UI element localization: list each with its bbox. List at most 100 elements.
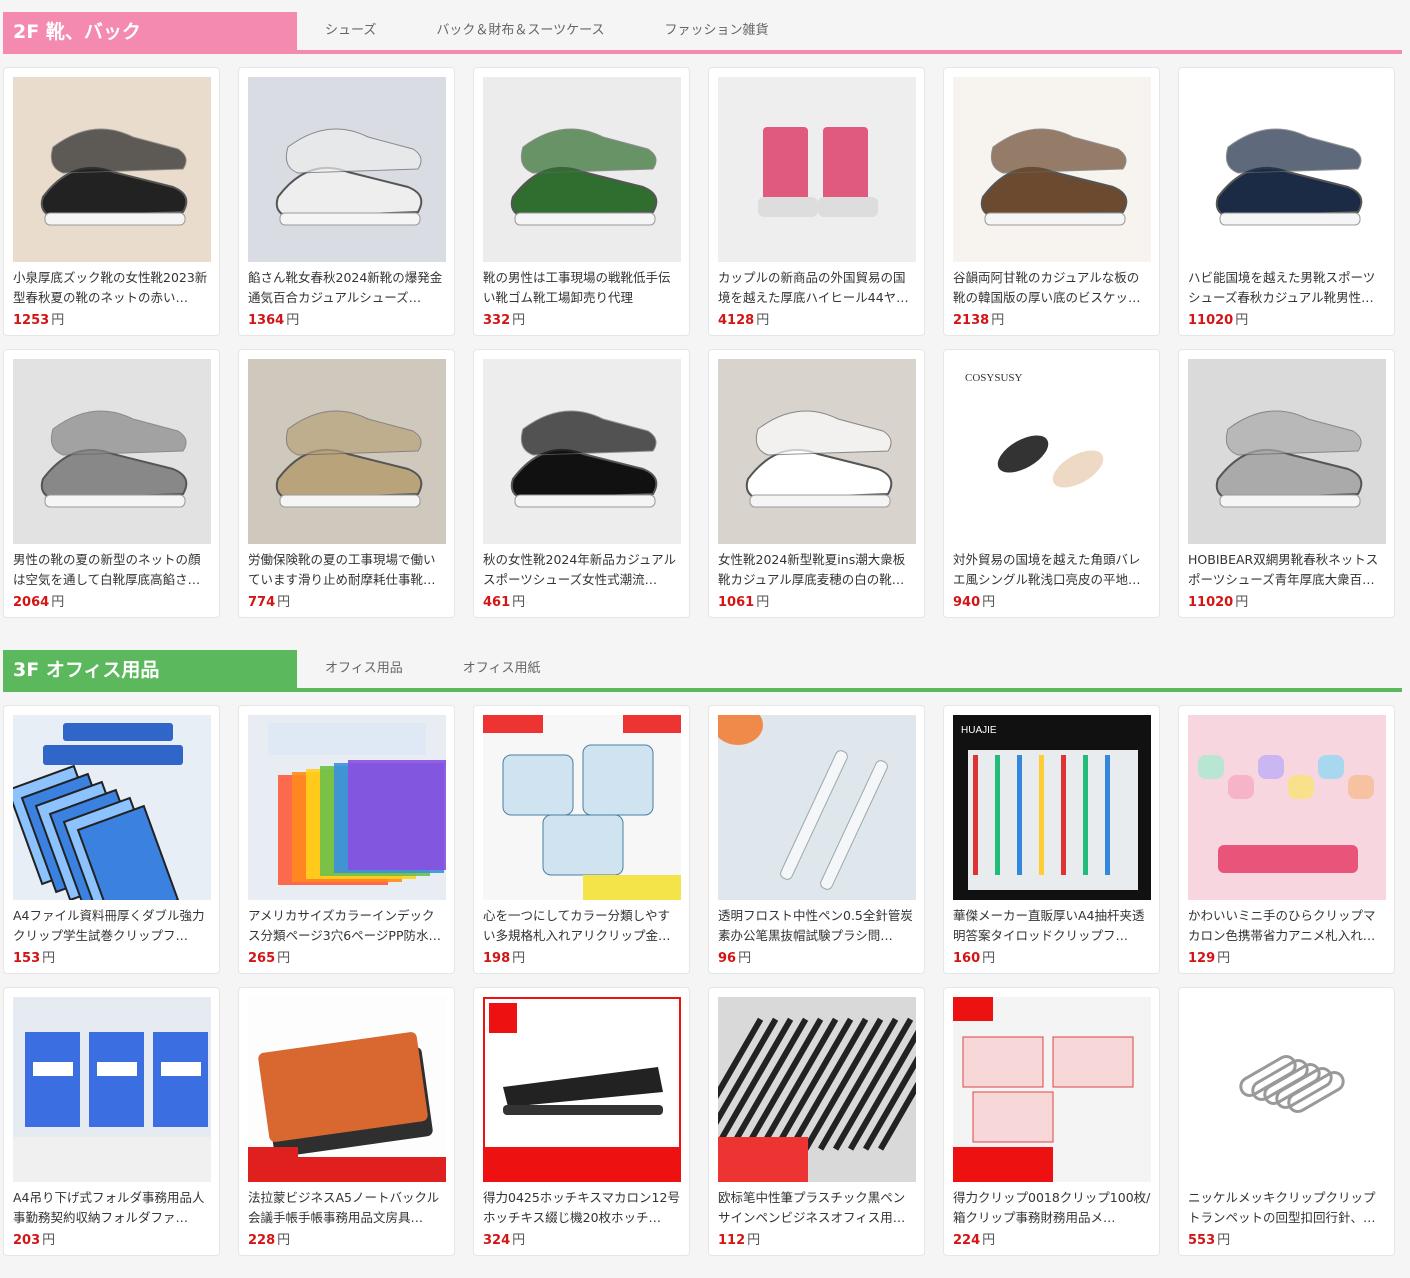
product-name[interactable]: 谷韻両阿甘靴のカジュアルな板の靴の韓国版の厚い底のビスケッ…: [953, 268, 1151, 308]
product-card[interactable]: 秋の女性靴2024年新品カジュアルスポーツシューズ女性式潮流… 461 円: [473, 349, 690, 618]
product-image[interactable]: [1188, 997, 1386, 1182]
product-price: 160 円: [953, 950, 995, 968]
price-value: 461: [483, 595, 511, 610]
product-image[interactable]: [953, 77, 1151, 262]
price-value: 160: [953, 951, 981, 966]
product-price: 4128 円: [718, 312, 769, 330]
product-image[interactable]: [1188, 715, 1386, 900]
product-image[interactable]: [953, 997, 1151, 1182]
product-image[interactable]: [718, 715, 916, 900]
price-unit: 円: [982, 951, 996, 966]
product-name[interactable]: A4ファイル資料冊厚くダブル強力クリップ学生試巻クリップフ…: [13, 906, 211, 946]
product-name[interactable]: ハビ能国境を越えた男靴スポーツシューズ春秋カジュアル靴男性…: [1188, 268, 1386, 308]
product-name[interactable]: カップルの新商品の外国貿易の国境を越えた厚底ハイヒール44ヤ…: [718, 268, 916, 308]
product-name[interactable]: 餡さん靴女春秋2024新靴の爆発金通気百合カジュアルシューズ…: [248, 268, 446, 308]
product-card[interactable]: 得力クリップ0018クリップ100枚/箱クリップ事務財務用品メ… 224 円: [943, 987, 1160, 1256]
floor-header: 3F オフィス用品 オフィス用品 オフィス用紙: [3, 650, 1402, 692]
price-unit: 円: [747, 1233, 761, 1248]
product-image[interactable]: [1188, 359, 1386, 544]
price-value: 11020: [1188, 595, 1234, 610]
product-name[interactable]: 透明フロスト中性ペン0.5全針管炭素办公笔黒抜帽試験プラシ問…: [718, 906, 916, 946]
floor-title[interactable]: 3F オフィス用品: [3, 650, 297, 690]
product-name[interactable]: ニッケルメッキクリップクリップトランペットの回型扣回行針、…: [1188, 1188, 1386, 1228]
product-card[interactable]: HOBIBEAR双網男靴春秋ネットスポーツシューズ青年厚底大衆百… 11020 円: [1178, 349, 1395, 618]
product-card[interactable]: ハビ能国境を越えた男靴スポーツシューズ春秋カジュアル靴男性… 11020 円: [1178, 67, 1395, 336]
product-name[interactable]: 華傑メーカー直販厚いA4抽杆夹透明答案タイロッドクリップフ…: [953, 906, 1151, 946]
product-name[interactable]: 得力クリップ0018クリップ100枚/箱クリップ事務財務用品メ…: [953, 1188, 1151, 1228]
product-name[interactable]: 小泉厚底ズック靴の女性靴2023新型春秋夏の靴のネットの赤い…: [13, 268, 211, 308]
product-image[interactable]: [248, 359, 446, 544]
product-name[interactable]: 欧标笔中性筆プラスチック黒ペンサインペンビジネスオフィス用…: [718, 1188, 916, 1228]
product-image[interactable]: [248, 715, 446, 900]
product-name[interactable]: かわいいミニ手のひらクリップマカロン色携帯省力アニメ札入れ…: [1188, 906, 1386, 946]
product-card[interactable]: かわいいミニ手のひらクリップマカロン色携帯省力アニメ札入れ… 129 円: [1178, 705, 1395, 974]
category-tab[interactable]: シューズ: [325, 12, 376, 50]
product-card[interactable]: A4ファイル資料冊厚くダブル強力クリップ学生試巻クリップフ… 153 円: [3, 705, 220, 974]
product-card[interactable]: 谷韻両阿甘靴のカジュアルな板の靴の韓国版の厚い底のビスケッ… 2138 円: [943, 67, 1160, 336]
product-image[interactable]: [483, 359, 681, 544]
category-tab[interactable]: ファッション雑貨: [664, 12, 768, 50]
product-card[interactable]: 小泉厚底ズック靴の女性靴2023新型春秋夏の靴のネットの赤い… 1253 円: [3, 67, 220, 336]
product-image[interactable]: [483, 715, 681, 900]
product-image[interactable]: [483, 77, 681, 262]
product-name[interactable]: アメリカサイズカラーインデックス分類ページ3穴6ページPP防水…: [248, 906, 446, 946]
product-image[interactable]: HUAJIE: [953, 715, 1151, 900]
product-image[interactable]: [13, 715, 211, 900]
product-name[interactable]: 女性靴2024新型靴夏ins潮大衆板靴カジュアル厚底麦穂の白の靴…: [718, 550, 916, 590]
price-unit: 円: [42, 1233, 56, 1248]
product-card[interactable]: 女性靴2024新型靴夏ins潮大衆板靴カジュアル厚底麦穂の白の靴… 1061 円: [708, 349, 925, 618]
product-name[interactable]: 心を一つにしてカラー分類しやすい多規格札入れアリクリップ金…: [483, 906, 681, 946]
product-card[interactable]: ニッケルメッキクリップクリップトランペットの回型扣回行針、… 553 円: [1178, 987, 1395, 1256]
floor-title[interactable]: 2F 靴、バック: [3, 12, 297, 52]
product-name[interactable]: 男性の靴の夏の新型のネットの顔は空気を通して白靴厚底高餡さ…: [13, 550, 211, 590]
product-name[interactable]: 対外貿易の国境を越えた角頭バレエ風シングル靴浅口亮皮の平地…: [953, 550, 1151, 590]
product-card[interactable]: 男性の靴の夏の新型のネットの顔は空気を通して白靴厚底高餡さ… 2064 円: [3, 349, 220, 618]
product-name[interactable]: 秋の女性靴2024年新品カジュアルスポーツシューズ女性式潮流…: [483, 550, 681, 590]
price-value: 324: [483, 1233, 511, 1248]
price-unit: 円: [738, 951, 752, 966]
product-name[interactable]: 法拉蒙ビジネスA5ノートバックル会議手帳手帳事務用品文房具…: [248, 1188, 446, 1228]
category-tab[interactable]: バック＆財布＆スーツケース: [436, 12, 604, 50]
product-card[interactable]: HUAJIE 華傑メーカー直販厚いA4抽杆夹透明答案タイロッドクリップフ… 160…: [943, 705, 1160, 974]
product-image[interactable]: [248, 997, 446, 1182]
product-image[interactable]: [718, 359, 916, 544]
product-card[interactable]: 欧标笔中性筆プラスチック黒ペンサインペンビジネスオフィス用… 112 円: [708, 987, 925, 1256]
product-price: 2064 円: [13, 594, 64, 612]
product-image[interactable]: COSYSUSY: [953, 359, 1151, 544]
product-card[interactable]: アメリカサイズカラーインデックス分類ページ3穴6ページPP防水… 265 円: [238, 705, 455, 974]
product-name[interactable]: 靴の男性は工事現場の戦靴低手伝い靴ゴム靴工場卸売り代理: [483, 268, 681, 308]
product-image[interactable]: [13, 359, 211, 544]
product-image[interactable]: [718, 77, 916, 262]
product-name[interactable]: HOBIBEAR双網男靴春秋ネットスポーツシューズ青年厚底大衆百…: [1188, 550, 1386, 590]
price-unit: 円: [286, 313, 300, 328]
product-card[interactable]: 餡さん靴女春秋2024新靴の爆発金通気百合カジュアルシューズ… 1364 円: [238, 67, 455, 336]
product-name[interactable]: 得力0425ホッチキスマカロン12号ホッチキス綴じ機20枚ホッチ…: [483, 1188, 681, 1228]
product-card[interactable]: 心を一つにしてカラー分類しやすい多規格札入れアリクリップ金… 198 円: [473, 705, 690, 974]
product-card[interactable]: 得力0425ホッチキスマカロン12号ホッチキス綴じ機20枚ホッチ… 324 円: [473, 987, 690, 1256]
product-card[interactable]: 労働保険靴の夏の工事現場で働いています滑り止め耐摩耗仕事靴… 774 円: [238, 349, 455, 618]
product-card[interactable]: 靴の男性は工事現場の戦靴低手伝い靴ゴム靴工場卸売り代理 332 円: [473, 67, 690, 336]
price-value: 1364: [248, 313, 285, 328]
floor-header: 2F 靴、バック シューズ バック＆財布＆スーツケース ファッション雑貨: [3, 12, 1402, 54]
product-card[interactable]: COSYSUSY 対外貿易の国境を越えた角頭バレエ風シングル靴浅口亮皮の平地… 9…: [943, 349, 1160, 618]
product-price: 553 円: [1188, 1232, 1230, 1250]
category-tab[interactable]: オフィス用紙: [463, 650, 541, 688]
price-value: 1061: [718, 595, 755, 610]
product-image[interactable]: [718, 997, 916, 1182]
product-card[interactable]: A4吊り下げ式フォルダ事務用品人事勤務契約収納フォルダファ… 203 円: [3, 987, 220, 1256]
product-name[interactable]: A4吊り下げ式フォルダ事務用品人事勤務契約収納フォルダファ…: [13, 1188, 211, 1228]
product-name[interactable]: 労働保険靴の夏の工事現場で働いています滑り止め耐摩耗仕事靴…: [248, 550, 446, 590]
product-card[interactable]: 法拉蒙ビジネスA5ノートバックル会議手帳手帳事務用品文房具… 228 円: [238, 987, 455, 1256]
price-value: 203: [13, 1233, 41, 1248]
product-price: 228 円: [248, 1232, 290, 1250]
product-card[interactable]: カップルの新商品の外国貿易の国境を越えた厚底ハイヒール44ヤ… 4128 円: [708, 67, 925, 336]
product-image[interactable]: [13, 997, 211, 1182]
category-tab[interactable]: オフィス用品: [325, 650, 403, 688]
product-image[interactable]: [1188, 77, 1386, 262]
product-image[interactable]: [13, 77, 211, 262]
product-card[interactable]: 透明フロスト中性ペン0.5全針管炭素办公笔黒抜帽試験プラシ問… 96 円: [708, 705, 925, 974]
product-price: 11020 円: [1188, 594, 1248, 612]
price-value: 96: [718, 951, 737, 966]
product-image[interactable]: [248, 77, 446, 262]
product-image[interactable]: [483, 997, 681, 1182]
